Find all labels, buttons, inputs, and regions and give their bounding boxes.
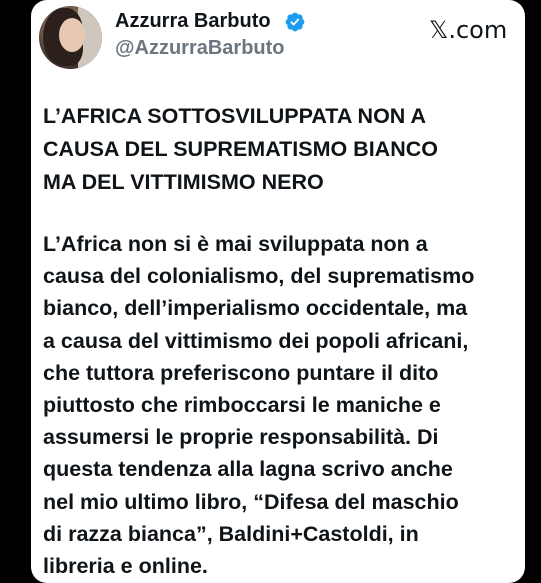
body-line: libreria e online. xyxy=(43,554,208,579)
body-line: assumersi le proprie responsabilità. Di xyxy=(43,425,439,450)
body-line: a causa del vittimismo dei popoli africa… xyxy=(43,328,469,353)
author-name[interactable]: Azzurra Barbuto xyxy=(115,10,271,33)
body-line: questa tendenza alla lagna scrivo anche xyxy=(43,457,453,482)
tweet-body: L’Africa non si è mai sviluppata non a c… xyxy=(43,228,521,582)
tweet-headline: L’AFRICA SOTTOSVILUPPATA NON A CAUSA DEL… xyxy=(43,100,519,199)
headline-line: CAUSA DEL SUPREMATISMO BIANCO xyxy=(43,137,438,161)
headline-line: L’AFRICA SOTTOSVILUPPATA NON A xyxy=(43,104,427,128)
body-line: di razza bianca”, Baldini+Castoldi, in xyxy=(43,521,419,546)
avatar[interactable] xyxy=(39,6,102,69)
body-line: bianco, dell’imperialismo occidentale, m… xyxy=(43,296,468,321)
body-line: causa del colonialismo, del suprematismo xyxy=(43,264,475,289)
tweet-card: Azzurra Barbuto @AzzurraBarbuto 𝕏.com L’… xyxy=(31,0,525,583)
headline-line: MA DEL VITTIMISMO NERO xyxy=(43,170,324,194)
body-line: che tuttora preferiscono puntare il dito xyxy=(43,360,439,385)
x-logo-icon: 𝕏.com xyxy=(429,16,508,44)
author-handle[interactable]: @AzzurraBarbuto xyxy=(115,37,285,60)
body-line: nel mio ultimo libro, “Difesa del maschi… xyxy=(43,489,459,514)
body-line: piuttosto che rimboccarsi le maniche e xyxy=(43,393,441,418)
verified-badge-icon xyxy=(285,12,305,32)
avatar-face xyxy=(59,18,85,52)
body-line: L’Africa non si è mai sviluppata non a xyxy=(43,232,428,256)
